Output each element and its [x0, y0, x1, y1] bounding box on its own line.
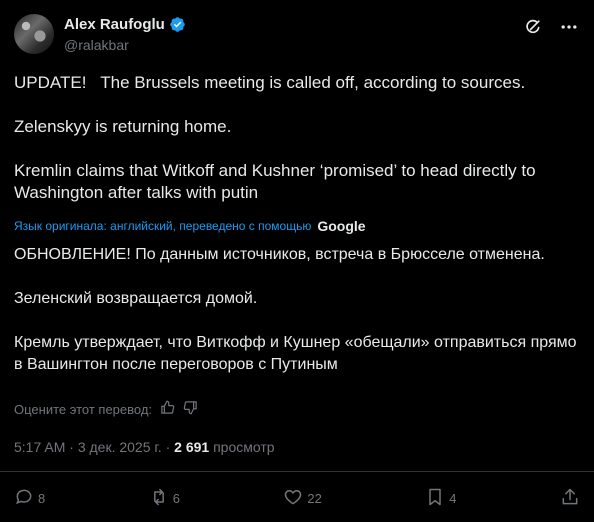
- heart-icon: [283, 487, 303, 510]
- tweet-text-translated: ОБНОВЛЕНИЕ! По данным источников, встреч…: [14, 246, 577, 373]
- meta-separator: ·: [165, 439, 175, 455]
- views-count: 2 691: [174, 439, 210, 455]
- tweet-header: Alex Raufoglu @ralakbar: [14, 14, 580, 60]
- reply-icon: [14, 487, 34, 510]
- bookmark-count: 4: [449, 490, 457, 506]
- tweet-actions: 8 6 22 4: [14, 486, 580, 510]
- grok-icon[interactable]: [522, 16, 544, 38]
- translation-note: Язык оригинала: английский, переведено с…: [14, 218, 366, 234]
- author-name-line: Alex Raufoglu: [64, 16, 186, 33]
- meta-separator: ·: [69, 439, 78, 455]
- rate-translation-label: Оцените этот перевод:: [14, 401, 153, 417]
- translation-note-text[interactable]: Язык оригинала: английский, переведено с…: [14, 219, 311, 233]
- thumbs-up-icon[interactable]: [160, 400, 175, 418]
- tweet-text-original: UPDATE! The Brussels meeting is called o…: [14, 73, 536, 202]
- divider: [0, 471, 594, 472]
- verified-badge-icon: [169, 16, 186, 33]
- author-name[interactable]: Alex Raufoglu: [64, 16, 165, 33]
- like-button[interactable]: 22: [283, 487, 322, 510]
- bookmark-icon: [425, 487, 445, 510]
- like-count: 22: [307, 490, 322, 506]
- repost-button[interactable]: 6: [149, 487, 180, 510]
- thumbs-down-icon[interactable]: [183, 400, 198, 418]
- reply-button[interactable]: 8: [14, 487, 45, 510]
- reply-count: 8: [38, 490, 46, 506]
- more-options-icon[interactable]: [558, 16, 580, 38]
- tweet-meta: 5:17 AM · 3 дек. 2025 г. · 2 691 просмот…: [14, 439, 275, 455]
- rate-translation: Оцените этот перевод:: [14, 400, 198, 418]
- avatar[interactable]: [14, 14, 54, 54]
- author-handle[interactable]: @ralakbar: [64, 37, 129, 53]
- views-label: просмотр: [213, 439, 275, 455]
- share-icon: [560, 487, 580, 510]
- translation-provider: Google: [317, 218, 366, 234]
- header-actions: [522, 16, 580, 38]
- tweet-date[interactable]: 3 дек. 2025 г.: [78, 439, 162, 455]
- repost-count: 6: [172, 490, 180, 506]
- repost-icon: [149, 487, 169, 510]
- tweet-time[interactable]: 5:17 AM: [14, 439, 65, 455]
- share-button[interactable]: [560, 487, 580, 510]
- bookmark-button[interactable]: 4: [425, 487, 457, 510]
